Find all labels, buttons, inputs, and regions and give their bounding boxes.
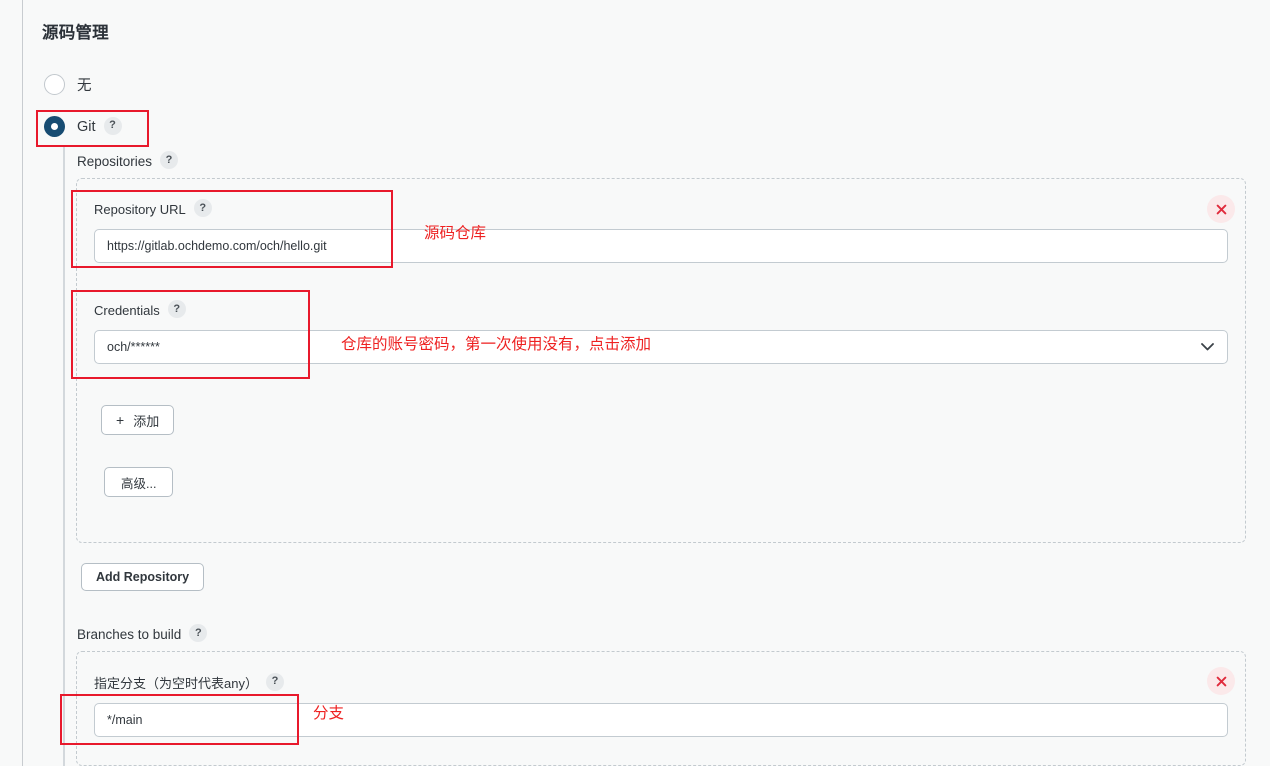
nesting-guide-line: [63, 146, 65, 766]
help-icon-repository-url[interactable]: ?: [193, 199, 212, 217]
repository-url-label: Repository URL ?: [94, 199, 1228, 218]
add-repository-label: Add Repository: [96, 570, 190, 584]
repository-url-input[interactable]: [94, 229, 1228, 263]
scm-option-git[interactable]: Git ?: [44, 116, 122, 137]
credentials-label: Credentials ?: [94, 300, 1228, 319]
help-icon-credentials[interactable]: ?: [167, 300, 186, 318]
scm-option-none[interactable]: 无: [44, 74, 92, 95]
branches-label-text: Branches to build: [77, 626, 182, 642]
branch-specifier-field: 指定分支（为空时代表any） ?: [94, 672, 1228, 737]
credentials-select-wrap: [94, 330, 1228, 364]
advanced-button-label: 高级...: [121, 476, 157, 491]
scm-option-git-label: Git: [77, 118, 96, 135]
branch-specifier-label: 指定分支（为空时代表any） ?: [94, 672, 1228, 692]
branch-specifier-label-text: 指定分支（为空时代表any）: [94, 676, 258, 691]
page-title: 源码管理: [42, 24, 109, 42]
help-icon-repositories[interactable]: ?: [160, 151, 179, 169]
radio-none-icon[interactable]: [44, 74, 65, 95]
add-credentials-label: 添加: [133, 413, 160, 429]
page-left-border: [22, 0, 23, 766]
branch-specifier-input[interactable]: [94, 703, 1228, 737]
help-icon-branch-specifier[interactable]: ?: [265, 672, 284, 691]
credentials-select[interactable]: [94, 330, 1228, 364]
plus-icon: +: [116, 412, 125, 428]
repository-url-label-text: Repository URL: [94, 201, 186, 217]
scm-option-none-label: 无: [77, 78, 92, 94]
help-icon-git[interactable]: ?: [103, 116, 122, 135]
branches-section-label: Branches to build ?: [77, 624, 208, 643]
repositories-section-label: Repositories ?: [77, 151, 179, 170]
repositories-label-text: Repositories: [77, 153, 153, 169]
add-credentials-button[interactable]: + 添加: [101, 405, 175, 435]
radio-git-icon[interactable]: [44, 116, 65, 137]
repository-url-field: Repository URL ?: [94, 199, 1228, 263]
add-repository-button[interactable]: Add Repository: [81, 563, 205, 591]
help-icon-branches[interactable]: ?: [189, 624, 208, 642]
credentials-field: Credentials ?: [94, 300, 1228, 364]
advanced-button[interactable]: 高级...: [104, 467, 174, 497]
credentials-label-text: Credentials: [94, 302, 160, 318]
